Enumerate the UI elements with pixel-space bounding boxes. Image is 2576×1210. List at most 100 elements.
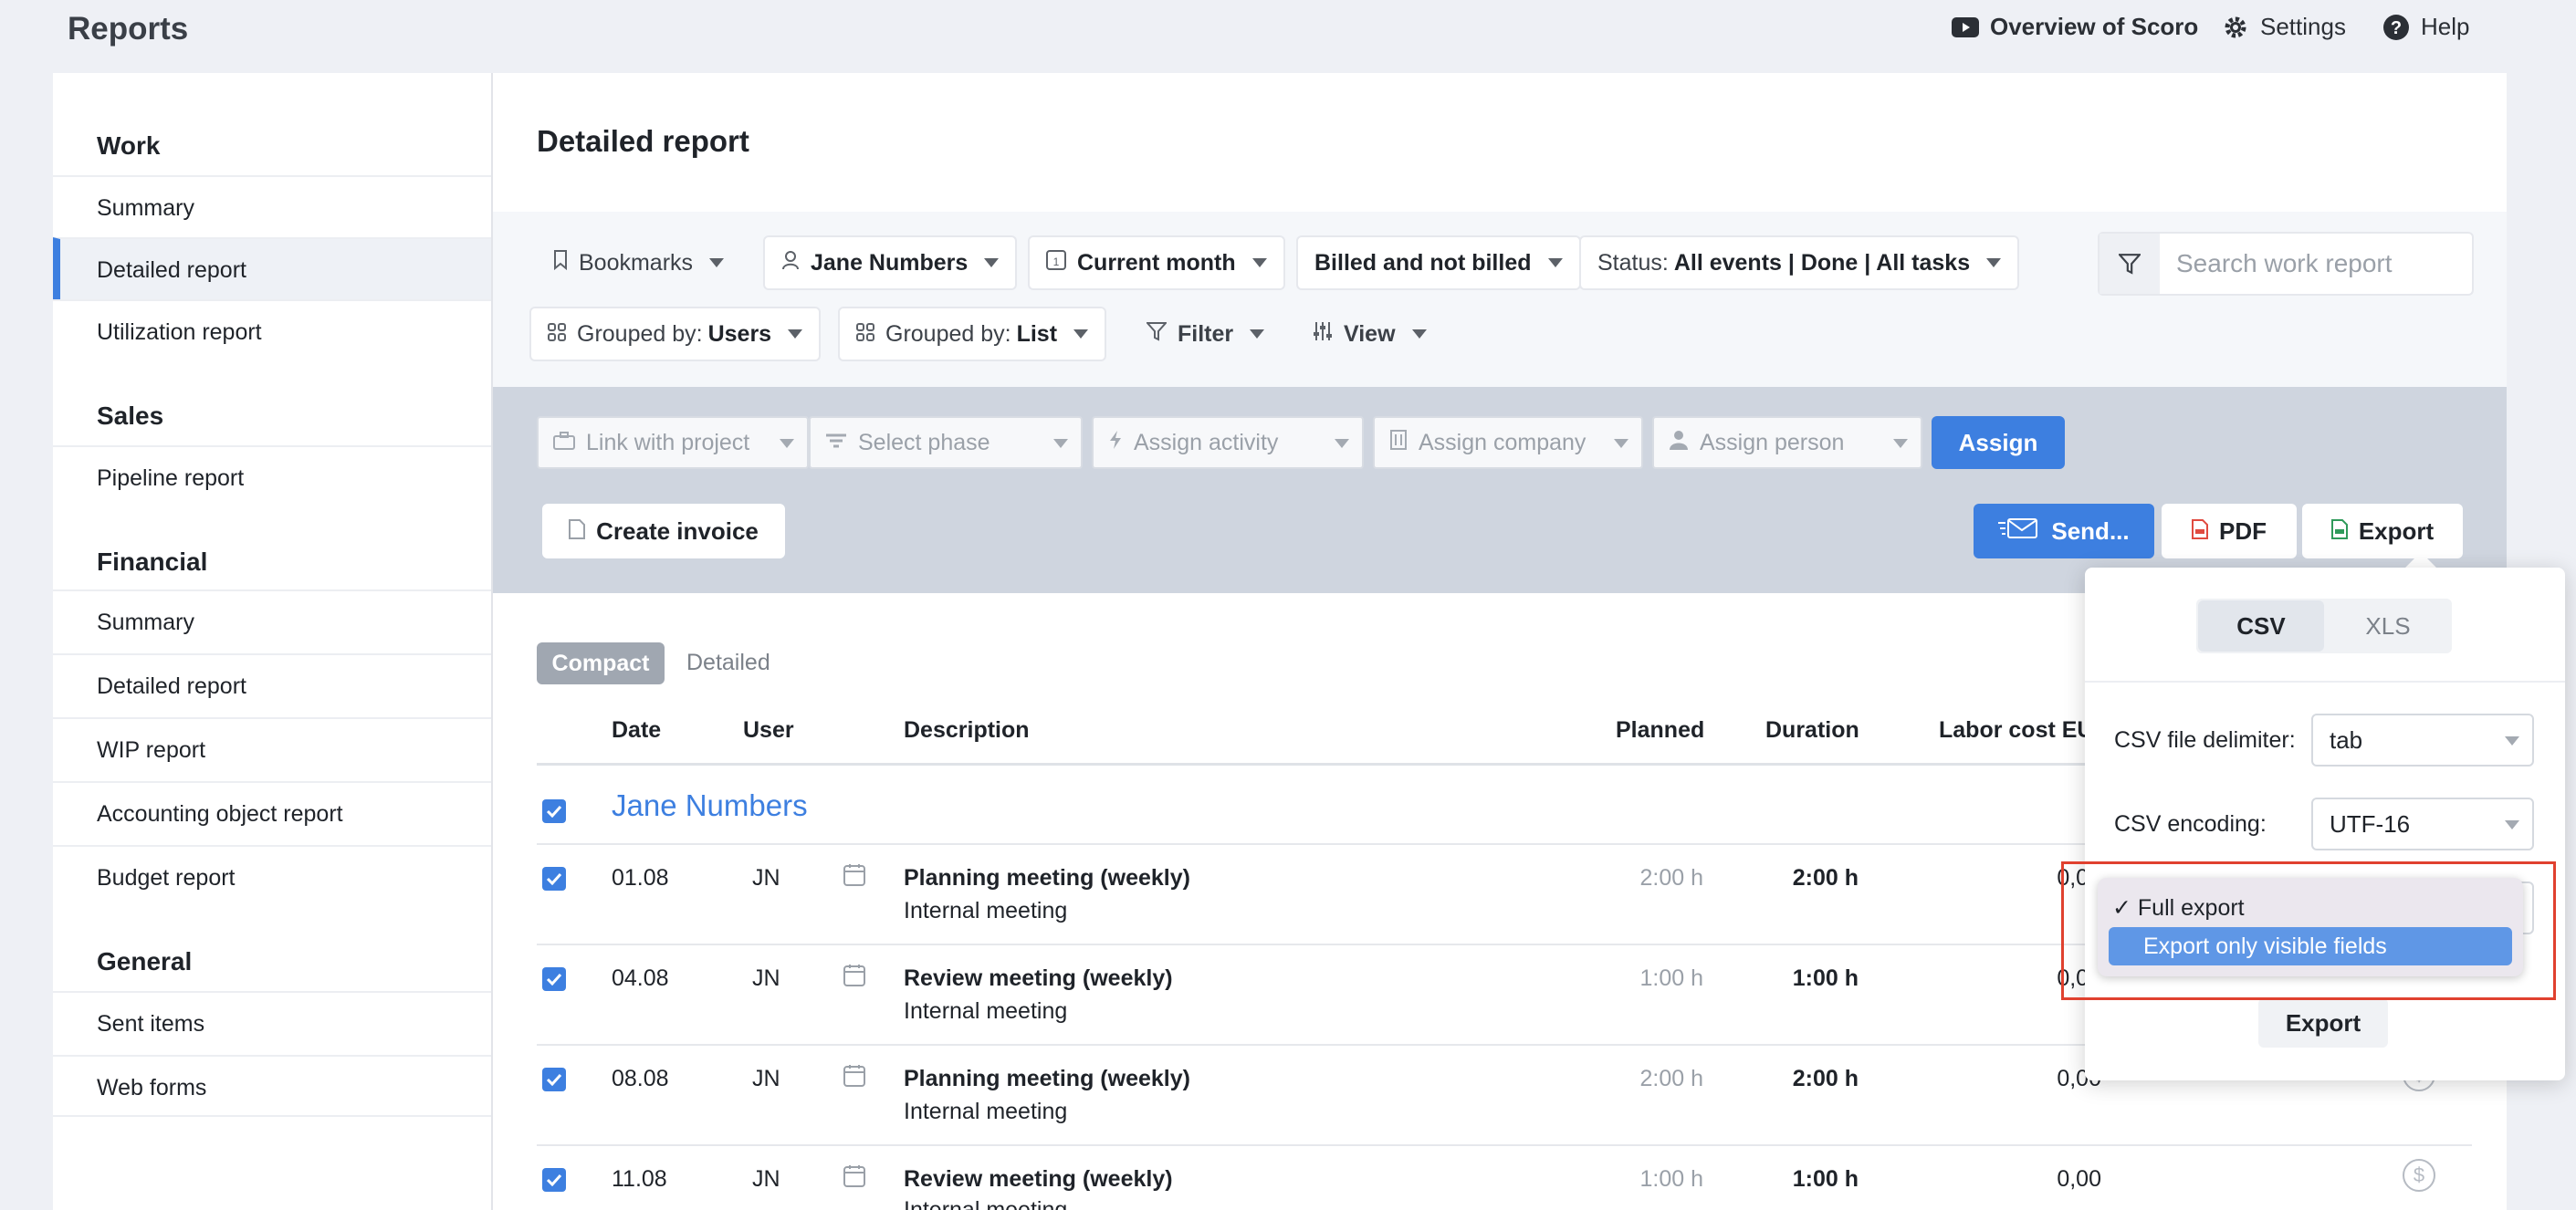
funnel-icon[interactable] bbox=[2100, 234, 2160, 294]
assign-activity-select[interactable]: Assign activity bbox=[1092, 416, 1364, 469]
export-label: Export bbox=[2358, 516, 2435, 545]
send-button[interactable]: Send... bbox=[1974, 504, 2154, 558]
row-user: JN bbox=[752, 965, 780, 991]
chevron-down-icon bbox=[1893, 439, 1908, 448]
delimiter-select[interactable]: tab bbox=[2311, 714, 2534, 767]
sliders-icon bbox=[1313, 321, 1333, 348]
column-header-user[interactable]: User bbox=[743, 717, 794, 744]
select-phase-select[interactable]: Select phase bbox=[809, 416, 1083, 469]
chevron-down-icon bbox=[2505, 736, 2519, 746]
sidebar-item-wip-report[interactable]: WIP report bbox=[53, 717, 491, 779]
row-checkbox[interactable] bbox=[542, 967, 566, 991]
sidebar-item-financial-detailed-report[interactable]: Detailed report bbox=[53, 653, 491, 715]
tab-csv[interactable]: CSV bbox=[2198, 600, 2324, 652]
dollar-icon[interactable]: $ bbox=[2403, 1159, 2435, 1192]
group-by-users-dropdown[interactable]: Grouped by: Users bbox=[529, 307, 822, 361]
status-filter-dropdown[interactable]: Status: All events | Done | All tasks bbox=[1579, 235, 2020, 290]
sidebar-item-sent-items[interactable]: Sent items bbox=[53, 991, 491, 1053]
sidebar-item-utilization-report[interactable]: Utilization report bbox=[53, 299, 491, 361]
row-planned: 1:00 h bbox=[1639, 1166, 1703, 1192]
group-by-list-dropdown[interactable]: Grouped by: List bbox=[838, 307, 1107, 361]
user-icon bbox=[781, 250, 800, 276]
overview-label: Overview of Scoro bbox=[1990, 13, 2199, 40]
row-date: 01.08 bbox=[612, 865, 669, 891]
sidebar-heading-financial: Financial bbox=[97, 548, 208, 576]
row-title[interactable]: Planning meeting (weekly) bbox=[904, 1066, 1190, 1092]
row-title[interactable]: Planning meeting (weekly) bbox=[904, 865, 1190, 892]
tab-xls[interactable]: XLS bbox=[2326, 600, 2450, 652]
user-filter-dropdown[interactable]: Jane Numbers bbox=[763, 235, 1018, 290]
chevron-down-icon bbox=[1986, 258, 2002, 267]
column-header-planned[interactable]: Planned bbox=[1616, 717, 1704, 744]
briefcase-icon bbox=[553, 430, 575, 456]
sidebar-item-financial-summary[interactable]: Summary bbox=[53, 589, 491, 652]
row-title[interactable]: Review meeting (weekly) bbox=[904, 1166, 1173, 1193]
delimiter-label: CSV file delimiter: bbox=[2114, 727, 2296, 753]
assign-person-placeholder: Assign person bbox=[1700, 429, 1845, 455]
export-submit-button[interactable]: Export bbox=[2258, 998, 2388, 1048]
row-title[interactable]: Review meeting (weekly) bbox=[904, 965, 1173, 992]
chevron-down-icon bbox=[1614, 439, 1628, 448]
filter-dropdown[interactable]: Filter bbox=[1128, 307, 1283, 361]
column-header-duration[interactable]: Duration bbox=[1765, 717, 1859, 744]
row-subtitle: Internal meeting bbox=[904, 998, 1068, 1024]
row-checkbox[interactable] bbox=[542, 1168, 566, 1192]
column-header-description[interactable]: Description bbox=[904, 717, 1030, 744]
status-filter-label: Status: bbox=[1597, 249, 1669, 276]
export-button[interactable]: Export bbox=[2302, 504, 2463, 558]
search-input[interactable] bbox=[2160, 249, 2461, 278]
assign-company-select[interactable]: Assign company bbox=[1373, 416, 1643, 469]
sidebar-item-web-forms[interactable]: Web forms bbox=[53, 1055, 491, 1117]
assign-button[interactable]: Assign bbox=[1932, 416, 2065, 469]
period-filter-dropdown[interactable]: 1 Current month bbox=[1028, 235, 1285, 290]
bookmarks-dropdown[interactable]: Bookmarks bbox=[535, 235, 742, 290]
calendar-day-icon: 1 bbox=[1046, 249, 1066, 277]
assign-person-select[interactable]: Assign person bbox=[1652, 416, 1922, 469]
group-by-value: Users bbox=[707, 320, 772, 347]
group-checkbox[interactable] bbox=[542, 799, 566, 823]
search-box bbox=[2098, 232, 2474, 296]
chevron-down-icon bbox=[2505, 820, 2519, 829]
row-cost: 0,00 bbox=[2057, 1066, 2101, 1091]
help-icon: ? bbox=[2382, 14, 2410, 41]
column-header-labor-cost[interactable]: Labor cost EU bbox=[1939, 717, 2093, 744]
sidebar-item-budget-report[interactable]: Budget report bbox=[53, 845, 491, 907]
sidebar-item-work-summary[interactable]: Summary bbox=[53, 175, 491, 237]
pdf-button[interactable]: PDF bbox=[2162, 504, 2297, 558]
link-project-select[interactable]: Link with project bbox=[537, 416, 809, 469]
sidebar-item-work-detailed-report[interactable]: Detailed report bbox=[53, 237, 491, 299]
view-dropdown[interactable]: View bbox=[1294, 307, 1445, 361]
row-date: 04.08 bbox=[612, 965, 669, 991]
building-icon bbox=[1389, 429, 1408, 456]
row-subtitle: Internal meeting bbox=[904, 1099, 1068, 1124]
sidebar-item-accounting-object-report[interactable]: Accounting object report bbox=[53, 781, 491, 843]
help-label: Help bbox=[2421, 13, 2470, 40]
chevron-down-icon bbox=[1411, 329, 1427, 339]
view-toggle-compact[interactable]: Compact bbox=[537, 642, 665, 684]
assign-company-placeholder: Assign company bbox=[1419, 429, 1586, 455]
overview-link[interactable]: Overview of Scoro bbox=[1952, 13, 2198, 41]
row-checkbox[interactable] bbox=[542, 867, 566, 891]
encoding-value: UTF-16 bbox=[2330, 809, 2411, 838]
settings-label: Settings bbox=[2260, 13, 2346, 40]
help-link[interactable]: ? Help bbox=[2382, 13, 2469, 41]
group-title[interactable]: Jane Numbers bbox=[612, 788, 808, 823]
encoding-select[interactable]: UTF-16 bbox=[2311, 798, 2534, 850]
app-title: Reports bbox=[68, 11, 189, 47]
row-checkbox[interactable] bbox=[542, 1068, 566, 1091]
sidebar-heading-work: Work bbox=[97, 131, 161, 160]
chevron-down-icon bbox=[788, 329, 803, 339]
sidebar-item-pipeline-report[interactable]: Pipeline report bbox=[53, 445, 491, 507]
pdf-icon bbox=[2192, 517, 2208, 546]
view-toggle-detailed[interactable]: Detailed bbox=[686, 650, 770, 676]
chevron-down-icon bbox=[1073, 329, 1089, 339]
billing-filter-dropdown[interactable]: Billed and not billed bbox=[1296, 235, 1581, 290]
spreadsheet-icon bbox=[2330, 517, 2348, 546]
chevron-down-icon bbox=[984, 258, 1000, 267]
phase-icon bbox=[825, 430, 847, 456]
column-header-date[interactable]: Date bbox=[612, 717, 661, 744]
settings-link[interactable]: Settings bbox=[2222, 13, 2346, 41]
popover-divider bbox=[2085, 681, 2565, 683]
create-invoice-button[interactable]: Create invoice bbox=[542, 504, 785, 558]
video-icon bbox=[1952, 16, 1979, 37]
